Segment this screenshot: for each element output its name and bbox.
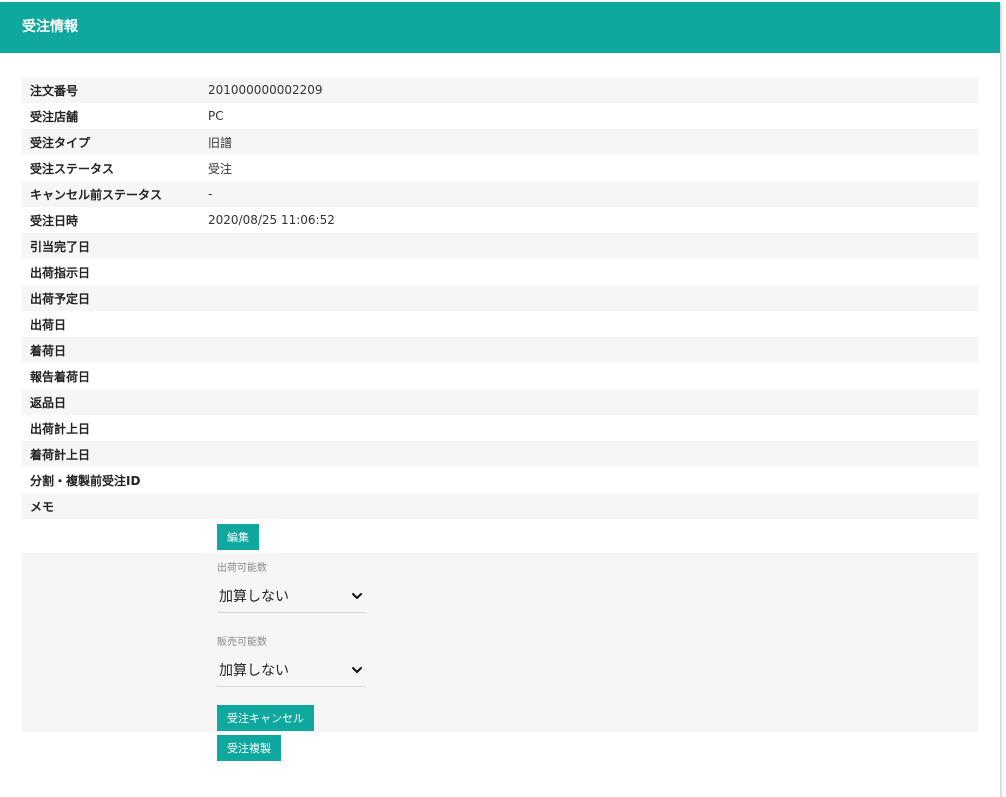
row-value: 2020/08/25 11:06:52 — [208, 213, 335, 227]
row-label: 受注タイプ — [30, 135, 91, 150]
row-label: 出荷予定日 — [30, 291, 91, 306]
row-reported-arrival-date: 報告着荷日 — [22, 363, 978, 389]
row-value: 受注 — [208, 161, 233, 176]
row-order-datetime: 受注日時 2020/08/25 11:06:52 — [22, 207, 978, 233]
row-label: 受注日時 — [30, 213, 79, 228]
row-value: PC — [208, 109, 224, 123]
row-label: 引当完了日 — [30, 239, 91, 254]
shippable-qty-label: 出荷可能数 — [217, 563, 267, 574]
sellable-qty-value: 加算しない — [219, 662, 289, 679]
chevron-down-icon — [352, 592, 362, 599]
row-order-number: 注文番号 201000000002209 — [22, 77, 978, 103]
sellable-qty-field: 販売可能数 加算しない — [217, 633, 366, 687]
panel-header: 受注情報 — [0, 2, 1000, 53]
cancel-order-button[interactable]: 受注キャンセル — [217, 705, 314, 731]
row-label: 分割・複製前受注ID — [30, 473, 141, 488]
shippable-qty-value: 加算しない — [219, 588, 289, 605]
row-label: 出荷日 — [30, 317, 67, 332]
row-ship-posting-date: 出荷計上日 — [22, 415, 978, 441]
row-return-date: 返品日 — [22, 389, 978, 415]
row-allocation-date: 引当完了日 — [22, 233, 978, 259]
row-arrival-posting-date: 着荷計上日 — [22, 441, 978, 467]
row-value: 201000000002209 — [208, 83, 323, 97]
row-value: 旧譜 — [208, 135, 233, 150]
edit-area: 編集 — [217, 524, 259, 550]
row-split-copy-origin-id: 分割・複製前受注ID — [22, 467, 978, 493]
row-label: 注文番号 — [30, 83, 79, 98]
shippable-qty-select[interactable]: 加算しない — [217, 579, 366, 613]
order-info-panel: 受注情報 注文番号 201000000002209 受注店舗 PC 受注タイプ 旧譜 … — [0, 2, 1000, 797]
row-label: 報告着荷日 — [30, 369, 91, 384]
row-ship-date: 出荷日 — [22, 311, 978, 337]
row-pre-cancel-status: キャンセル前ステータス - — [22, 181, 978, 207]
page-title: 受注情報 — [22, 18, 78, 35]
edit-button[interactable]: 編集 — [217, 524, 259, 550]
sellable-qty-label: 販売可能数 — [217, 637, 267, 648]
row-value: - — [208, 187, 213, 201]
row-label: 出荷指示日 — [30, 265, 91, 280]
row-label: キャンセル前ステータス — [30, 187, 163, 202]
row-label: 返品日 — [30, 395, 67, 410]
sellable-qty-select[interactable]: 加算しない — [217, 653, 366, 687]
row-label: 受注店舗 — [30, 109, 79, 124]
row-scheduled-ship-date: 出荷予定日 — [22, 285, 978, 311]
row-order-store: 受注店舗 PC — [22, 103, 978, 129]
order-info-table: 注文番号 201000000002209 受注店舗 PC 受注タイプ 旧譜 受注ステー… — [22, 77, 978, 519]
row-arrival-date: 着荷日 — [22, 337, 978, 363]
row-label: 着荷日 — [30, 343, 67, 358]
shippable-qty-field: 出荷可能数 加算しない — [217, 559, 366, 613]
row-order-type: 受注タイプ 旧譜 — [22, 129, 978, 155]
row-label: メモ — [30, 499, 55, 514]
row-label: 受注ステータス — [30, 161, 115, 176]
row-memo: メモ — [22, 493, 978, 519]
row-shipping-instruction-date: 出荷指示日 — [22, 259, 978, 285]
cancel-options-panel: 出荷可能数 加算しない 販売可能数 加算しない 受注キャンセル — [22, 553, 978, 732]
row-order-status: 受注ステータス 受注 — [22, 155, 978, 181]
row-label: 着荷計上日 — [30, 447, 91, 462]
row-label: 出荷計上日 — [30, 421, 91, 436]
chevron-down-icon — [352, 666, 362, 673]
copy-order-button[interactable]: 受注複製 — [217, 735, 281, 761]
